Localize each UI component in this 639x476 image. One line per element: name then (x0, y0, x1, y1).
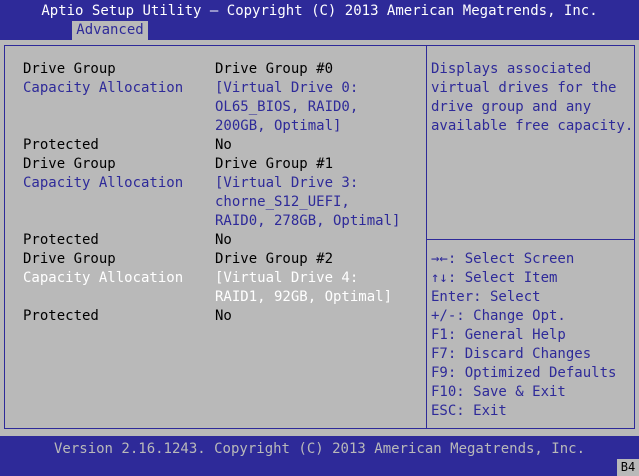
key-hint-enter: Enter: Select (431, 289, 541, 305)
protected-2-value: No (215, 308, 232, 324)
help-description-line: available free capacity. (431, 118, 634, 134)
key-hint-select-screen: →←: Select Screen (431, 251, 575, 267)
key-hint-save-exit: F10: Save & Exit (431, 384, 566, 400)
protected-0-value: No (215, 137, 232, 153)
help-divider (427, 239, 635, 240)
drive-group-label: Drive Group (23, 251, 116, 267)
protected-1-value: No (215, 232, 232, 248)
capacity-allocation-0-label[interactable]: Capacity Allocation (23, 79, 183, 98)
protected-0-label: Protected (23, 137, 99, 153)
capacity-allocation-2-label[interactable]: Capacity Allocation (23, 269, 183, 288)
footer-bar: Version 2.16.1243. Copyright (C) 2013 Am… (0, 436, 639, 476)
capacity-allocation-0-value-line2: OL65_BIOS, RAID0, (215, 99, 359, 115)
capacity-allocation-1-value-line2: chorne_S12_UEFI, (215, 194, 350, 210)
key-hint-change-opt: +/-: Change Opt. (431, 308, 566, 324)
main-panel: Drive Group Drive Group #0 Capacity Allo… (0, 40, 639, 436)
tab-advanced[interactable]: Advanced (72, 21, 148, 40)
key-hint-exit: ESC: Exit (431, 403, 507, 419)
key-hint-select-item: ↑↓: Select Item (431, 270, 558, 286)
key-hint-discard-changes: F7: Discard Changes (431, 346, 592, 362)
panel-divider (426, 45, 427, 429)
key-hint-optimized-defaults: F9: Optimized Defaults (431, 365, 617, 381)
post-code: B4 (617, 459, 639, 476)
help-description-line: drive group and any (431, 99, 592, 115)
header-bar: Aptio Setup Utility – Copyright (C) 2013… (0, 0, 639, 40)
capacity-allocation-2-value[interactable]: [Virtual Drive 4: (215, 269, 358, 288)
drive-group-label: Drive Group (23, 61, 116, 77)
drive-group-value: Drive Group #2 (215, 251, 334, 267)
drive-group-value: Drive Group #1 (215, 156, 334, 172)
help-description-line: virtual drives for the (431, 80, 617, 96)
utility-title: Aptio Setup Utility – Copyright (C) 2013… (41, 3, 598, 19)
protected-2-label: Protected (23, 308, 99, 324)
capacity-allocation-1-value-line3: RAID0, 278GB, Optimal] (215, 213, 401, 229)
drive-group-label: Drive Group (23, 156, 116, 172)
capacity-allocation-1-value[interactable]: [Virtual Drive 3: (215, 174, 358, 193)
key-hint-general-help: F1: General Help (431, 327, 566, 343)
capacity-allocation-0-value[interactable]: [Virtual Drive 0: (215, 79, 358, 98)
capacity-allocation-2-value-line2: RAID1, 92GB, Optimal] (215, 289, 393, 305)
drive-group-value: Drive Group #0 (215, 61, 334, 77)
version-text: Version 2.16.1243. Copyright (C) 2013 Am… (53, 441, 585, 457)
capacity-allocation-1-label[interactable]: Capacity Allocation (23, 174, 183, 193)
help-description-line: Displays associated (431, 61, 592, 77)
capacity-allocation-0-value-line3: 200GB, Optimal] (215, 118, 342, 134)
protected-1-label: Protected (23, 232, 99, 248)
